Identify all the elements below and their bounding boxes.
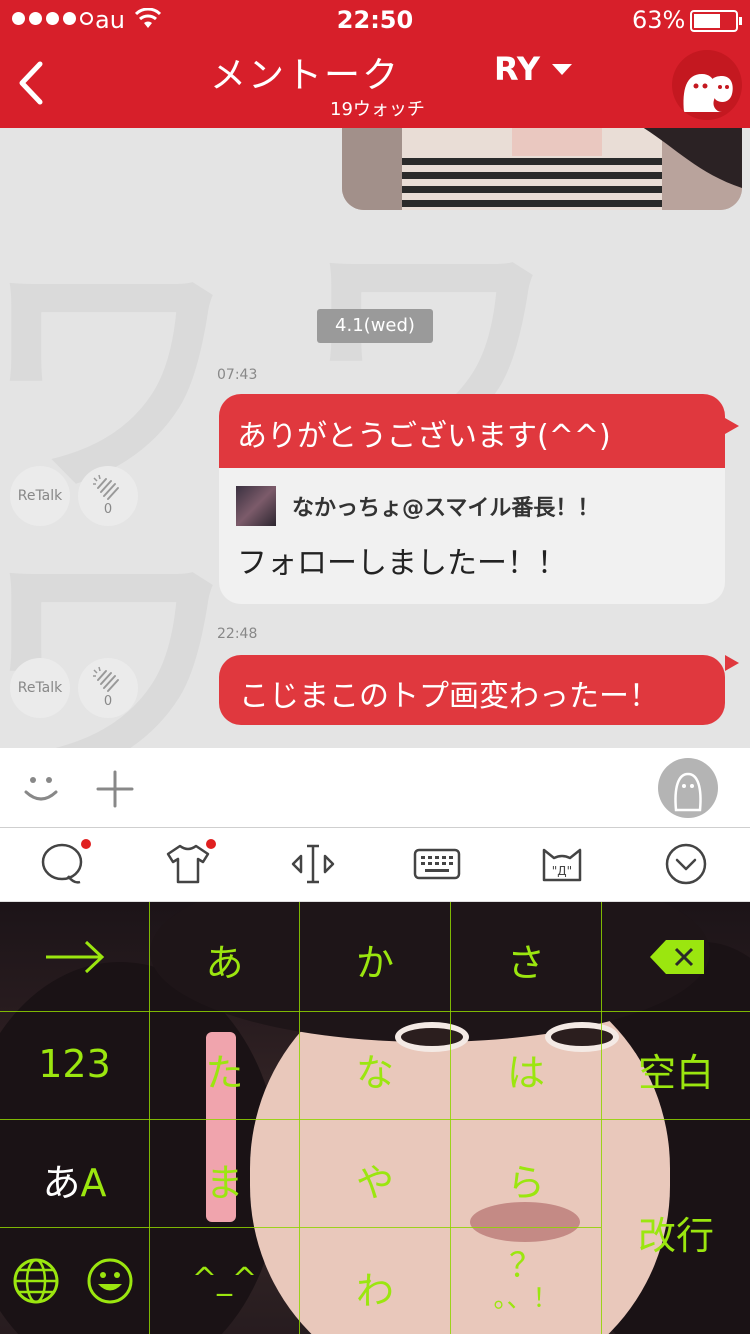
key-ka[interactable]: か	[300, 932, 450, 987]
key-divider	[0, 1119, 750, 1120]
key-input-mode-kana: あ	[42, 1161, 81, 1205]
key-ra[interactable]: ら	[451, 1152, 601, 1207]
key-ya[interactable]: や	[300, 1152, 450, 1207]
photo-message[interactable]	[342, 128, 742, 210]
chat-bubble-icon[interactable]	[38, 840, 86, 888]
status-bar: au 22:50 63%	[0, 0, 750, 40]
message-text: ありがとうございます(^^)	[219, 394, 725, 468]
ghost-pair-icon	[683, 74, 733, 112]
plus-icon[interactable]	[96, 770, 134, 808]
clap-icon	[93, 474, 119, 500]
message-bubble[interactable]: ありがとうございます(^^) なかっちょ@スマイル番長！！ フォローしましたー！…	[219, 394, 725, 604]
back-button[interactable]	[12, 58, 52, 108]
header-bar: au 22:50 63% メントーク 19ウォッチ RY	[0, 0, 750, 128]
retalk-button[interactable]: ReTalk	[10, 658, 70, 718]
user-selector-label: RY	[494, 50, 541, 88]
battery-percent: 63%	[632, 6, 686, 34]
quoted-user-avatar	[236, 486, 276, 526]
photo-image	[342, 128, 742, 210]
cursor-move-icon[interactable]	[289, 840, 337, 888]
key-input-mode-alpha: A	[80, 1161, 107, 1205]
svg-text:"Д": "Д"	[552, 864, 572, 878]
clap-count: 0	[103, 694, 113, 709]
keyboard-icon[interactable]	[413, 840, 461, 888]
bubble-tail	[725, 655, 739, 671]
clap-icon	[93, 666, 119, 692]
keyboard-toolbar	[0, 828, 750, 902]
key-divider	[0, 1011, 750, 1012]
tshirt-icon[interactable]	[164, 840, 212, 888]
key-punctuation-question: ？	[509, 1246, 543, 1286]
clap-button[interactable]: 0	[78, 658, 138, 718]
caret-down-icon	[552, 63, 573, 75]
ghost-icon	[674, 772, 702, 812]
key-enter[interactable]: 改行	[602, 1205, 750, 1260]
stamp-avatar[interactable]	[658, 758, 718, 818]
key-kaomoji[interactable]: ^_^	[150, 1262, 299, 1297]
cat-face-icon[interactable]: "Д"	[538, 840, 586, 888]
message-time: 07:43	[217, 367, 258, 383]
key-ha[interactable]: は	[451, 1042, 601, 1097]
key-input-mode[interactable]: あA	[0, 1152, 149, 1207]
key-divider	[601, 902, 602, 1334]
key-ta[interactable]: た	[150, 1042, 299, 1097]
date-separator: 4.1(wed)	[317, 309, 433, 343]
quoted-user: なかっちょ@スマイル番長！！	[236, 486, 599, 526]
quoted-text: フォローしましたー！！	[237, 546, 567, 581]
key-divider	[0, 1227, 601, 1228]
page-title: メントーク	[210, 55, 401, 96]
notification-dot	[81, 839, 91, 849]
emoji-icon[interactable]	[86, 1257, 134, 1305]
backspace-key[interactable]	[650, 938, 706, 976]
watch-count: 19ウォッチ	[330, 99, 425, 120]
key-sa[interactable]: さ	[451, 932, 601, 987]
bubble-tail	[725, 418, 739, 434]
key-wa[interactable]: わ	[300, 1260, 450, 1315]
message-bubble[interactable]: こじまこのトプ画変わったー！	[219, 655, 725, 725]
key-a[interactable]: あ	[150, 932, 299, 987]
member-avatar-button[interactable]	[672, 50, 742, 120]
key-punctuation[interactable]: ？ 。、！	[451, 1248, 601, 1314]
battery-icon	[690, 10, 742, 32]
key-punctuation-marks: 。、！	[493, 1284, 559, 1314]
arrow-right-key[interactable]	[44, 938, 106, 976]
smile-icon[interactable]	[20, 768, 62, 810]
message-time: 22:48	[217, 626, 258, 642]
key-numbers[interactable]: 123	[0, 1042, 149, 1086]
notification-dot	[206, 839, 216, 849]
clap-count: 0	[103, 502, 113, 517]
globe-icon[interactable]	[12, 1257, 60, 1305]
chevron-down-icon[interactable]	[662, 840, 710, 888]
message-text: こじまこのトプ画変わったー！	[239, 679, 659, 714]
key-ma[interactable]: ま	[150, 1152, 299, 1207]
key-na[interactable]: な	[300, 1042, 450, 1097]
user-selector[interactable]: RY	[494, 50, 573, 88]
retalk-button[interactable]: ReTalk	[10, 466, 70, 526]
quoted-user-name: なかっちょ@スマイル番長！！	[292, 496, 600, 521]
key-space[interactable]: 空白	[602, 1042, 750, 1097]
clap-button[interactable]: 0	[78, 466, 138, 526]
chat-timeline[interactable]: ワ ワ ワ 4.1(wed) 07:43 ReTalk 0 ありがとうございます…	[0, 128, 750, 748]
